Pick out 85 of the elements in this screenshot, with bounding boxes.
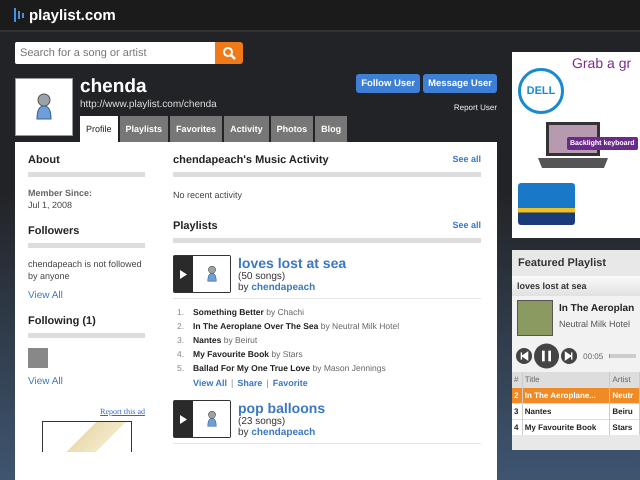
member-since-date: Jul 1, 2008 xyxy=(28,200,72,210)
profile-tab[interactable]: Photos xyxy=(270,116,314,142)
playlist-owner: by chendapeach xyxy=(238,282,316,293)
play-icon xyxy=(180,414,187,424)
table-cell: Nantes xyxy=(522,404,610,420)
panel-title: Featured Playlist xyxy=(517,256,608,271)
profile-url: http://www.playlist.com/chenda xyxy=(80,99,218,110)
song-number: 5. xyxy=(177,363,185,373)
column-header[interactable]: Artist xyxy=(610,372,640,388)
next-icon[interactable] xyxy=(561,347,578,365)
playlist-thumbnail[interactable] xyxy=(173,400,231,438)
profile-tab[interactable]: Blog xyxy=(315,116,348,142)
see-all-link[interactable]: See all xyxy=(452,154,481,166)
track-row[interactable]: 4 My Favourite Book Stars xyxy=(512,420,640,435)
section-heading: chendapeach's Music Activity xyxy=(173,154,329,166)
playlist-action-link[interactable]: View All xyxy=(193,378,228,388)
song-number: 4. xyxy=(177,349,185,359)
song-entry[interactable]: My Favourite Book by Stars xyxy=(193,349,303,359)
playlist-name: loves lost at sea xyxy=(512,276,640,296)
member-since-label: Member Since: xyxy=(28,188,92,198)
view-all-link[interactable]: View All xyxy=(28,376,145,387)
processor-badge-drawing xyxy=(518,183,575,225)
song-number: 1. xyxy=(177,307,185,317)
playlist-owner: by chendapeach xyxy=(238,427,316,438)
table-cell: 4 xyxy=(512,420,522,435)
play-icon xyxy=(180,270,187,278)
view-all-link[interactable]: View All xyxy=(28,290,145,301)
user-name: chenda xyxy=(80,76,148,98)
track-artist: Neutral Milk Hotel xyxy=(559,319,632,329)
avatar-icon xyxy=(206,410,218,428)
song-entry[interactable]: Nantes by Beirut xyxy=(193,335,258,345)
report-ad-link[interactable]: Report this ad xyxy=(28,407,145,416)
avatar-icon xyxy=(206,265,218,283)
profile-tab[interactable]: Activity xyxy=(224,116,269,142)
link-separator: | xyxy=(266,378,269,388)
section-heading: Followers xyxy=(28,225,145,248)
playlist-title-link[interactable]: pop balloons xyxy=(238,400,326,416)
playlist-action-link[interactable]: Share xyxy=(237,378,262,388)
playlist-action-link[interactable]: Favorite xyxy=(272,378,308,388)
track-row[interactable]: 3 Nantes Beiru xyxy=(512,404,640,420)
elapsed-time: 00:05 xyxy=(583,352,604,360)
playlist-title-link[interactable]: loves lost at sea xyxy=(238,255,346,271)
profile-tab[interactable]: Playlists xyxy=(120,116,168,142)
song-number: 3. xyxy=(177,335,185,345)
song-entry[interactable]: Ballad For My One True Love by Mason Jennings xyxy=(193,363,386,373)
track-title: In The Aeroplan xyxy=(559,303,634,314)
profile-tab[interactable]: Profile xyxy=(80,116,118,142)
profile-action-button[interactable]: Message User xyxy=(423,74,497,93)
playlist-thumbnail[interactable] xyxy=(173,255,231,293)
search-icon xyxy=(222,46,236,60)
search-field[interactable]: Search for a song or artist xyxy=(15,42,215,64)
table-cell: Beiru xyxy=(610,404,640,420)
logo-icon xyxy=(14,8,24,22)
table-cell: Stars xyxy=(610,420,640,435)
profile-tab[interactable]: Favorites xyxy=(170,116,222,142)
song-count: (23 songs) xyxy=(238,416,286,427)
ad-logo: DELL xyxy=(518,68,564,114)
column-header[interactable]: # xyxy=(512,372,522,388)
song-number: 2. xyxy=(177,321,185,331)
table-cell: 3 xyxy=(512,404,522,420)
empty-activity-text: No recent activity xyxy=(173,189,244,201)
pause-icon[interactable] xyxy=(534,342,560,370)
column-header[interactable]: Title xyxy=(522,372,610,388)
report-user-link[interactable]: Report User xyxy=(454,103,497,112)
table-cell: My Favourite Book xyxy=(522,420,610,435)
ad-headline: Grab a gr xyxy=(572,55,632,71)
link-separator: | xyxy=(231,378,234,388)
profile-action-button[interactable]: Follow User xyxy=(356,74,420,93)
song-entry[interactable]: In The Aeroplane Over The Sea by Neutral Milk Hotel xyxy=(193,321,400,331)
track-row[interactable]: 2 In The Aeroplane... Neutr xyxy=(512,388,640,404)
table-cell: In The Aeroplane... xyxy=(522,388,610,404)
table-cell: 2 xyxy=(512,388,522,404)
song-entry[interactable]: Something Better by Chachi xyxy=(193,307,304,317)
section-heading: Playlists xyxy=(173,220,218,232)
album-art-placeholder xyxy=(517,300,553,336)
avatar-icon xyxy=(34,92,54,122)
section-heading: About xyxy=(28,154,145,177)
section-heading: Following (1) xyxy=(28,315,145,338)
see-all-link[interactable]: See all xyxy=(452,220,481,232)
followers-text: chendapeach is not followed by anyone xyxy=(28,258,143,282)
table-cell: Neutr xyxy=(610,388,640,404)
search-button[interactable] xyxy=(215,42,243,64)
song-count: (50 songs) xyxy=(238,271,286,282)
site-logo[interactable]: playlist.com xyxy=(29,6,116,24)
previous-icon[interactable] xyxy=(516,347,532,365)
